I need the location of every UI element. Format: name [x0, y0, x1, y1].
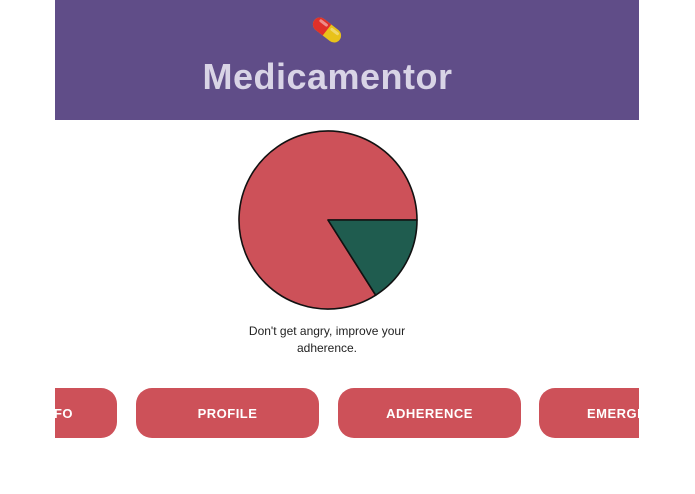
adherence-pie-chart: [238, 130, 418, 310]
nav-button-profile[interactable]: PROFILE: [136, 388, 319, 438]
nav-button-label: PROFILE: [197, 405, 258, 421]
nav-button-adherence[interactable]: ADHERENCE: [338, 388, 521, 438]
nav-button-emergency[interactable]: EMERGE: [539, 388, 639, 438]
app-title: Medicamentor: [202, 56, 453, 97]
app-header: Medicamentor: [55, 0, 639, 120]
nav-button-label: EMERGE: [587, 405, 639, 421]
pill-capsule-icon: [312, 17, 342, 43]
adherence-message: Don't get angry, improve your adherence.: [248, 324, 406, 355]
nav-button-info[interactable]: FO: [55, 388, 117, 438]
nav-button-label: FO: [55, 405, 73, 421]
app-screen: Medicamentor Don't get angry, improve yo…: [55, 0, 639, 494]
nav-button-label: ADHERENCE: [386, 405, 473, 421]
